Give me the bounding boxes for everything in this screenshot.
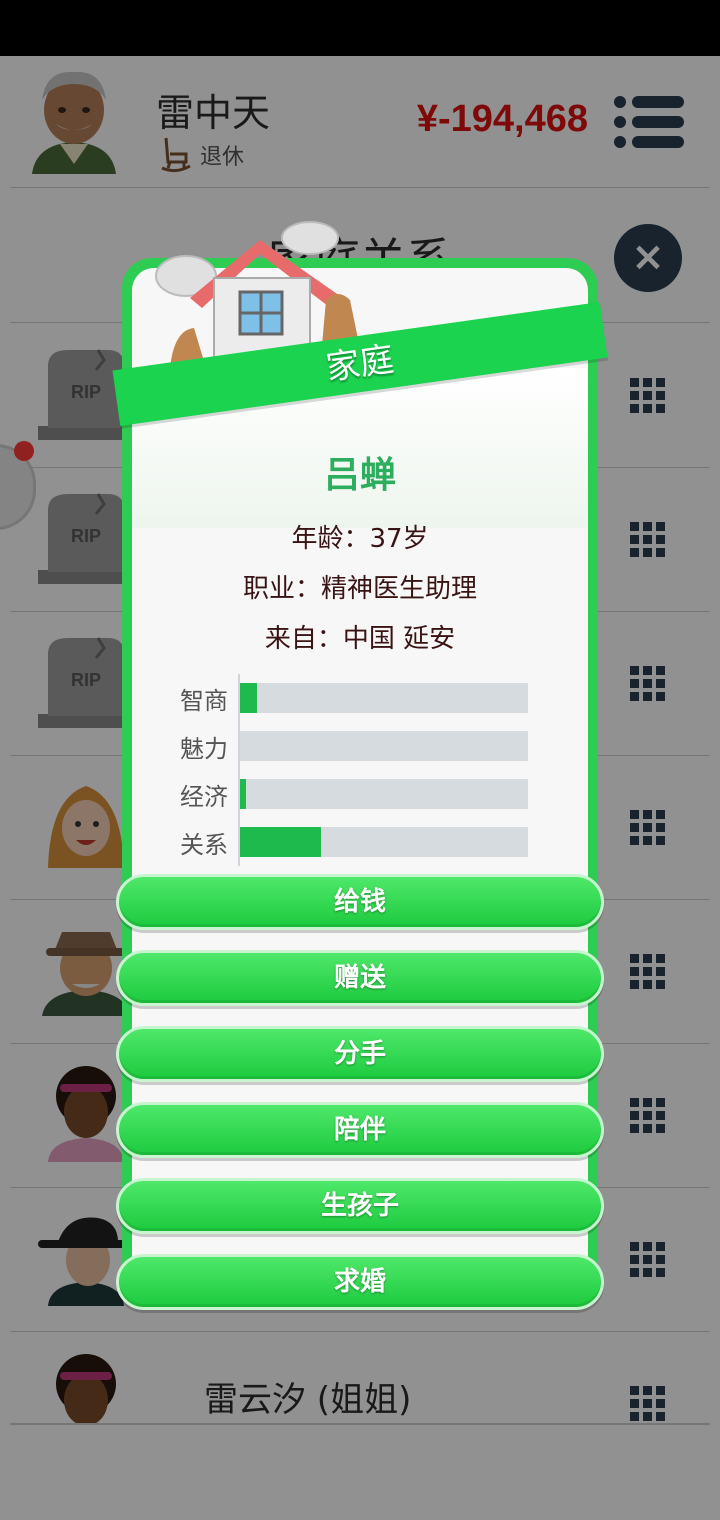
stat-fill: [240, 683, 258, 713]
stat-row-charm: 魅力: [180, 722, 528, 770]
stat-track: [240, 779, 528, 809]
stat-label: 关系: [180, 830, 228, 859]
gift-button[interactable]: 赠送: [116, 950, 604, 1006]
stat-label: 智商: [180, 686, 228, 715]
stat-label: 经济: [180, 782, 228, 811]
have-child-button[interactable]: 生孩子: [116, 1178, 604, 1234]
stat-track: [240, 731, 528, 761]
person-job: 职业：精神医生助理: [242, 574, 477, 604]
stat-track: [240, 827, 528, 857]
stat-row-iq: 智商: [180, 674, 528, 722]
person-age: 年龄：37岁: [291, 524, 429, 554]
status-bar: [0, 0, 720, 56]
stat-fill: [240, 827, 321, 857]
person-name: 吕蝉: [323, 455, 396, 496]
break-up-button[interactable]: 分手: [116, 1026, 604, 1082]
stat-fill: [240, 779, 246, 809]
stat-row-relationship: 关系: [180, 818, 528, 866]
stat-track: [240, 683, 528, 713]
stat-label: 魅力: [180, 734, 228, 763]
give-money-button[interactable]: 给钱: [116, 874, 604, 930]
spend-time-button[interactable]: 陪伴: [116, 1102, 604, 1158]
stat-row-economy: 经济: [180, 770, 528, 818]
propose-button[interactable]: 求婚: [116, 1254, 604, 1310]
person-origin: 来自：中国 延安: [264, 624, 456, 654]
